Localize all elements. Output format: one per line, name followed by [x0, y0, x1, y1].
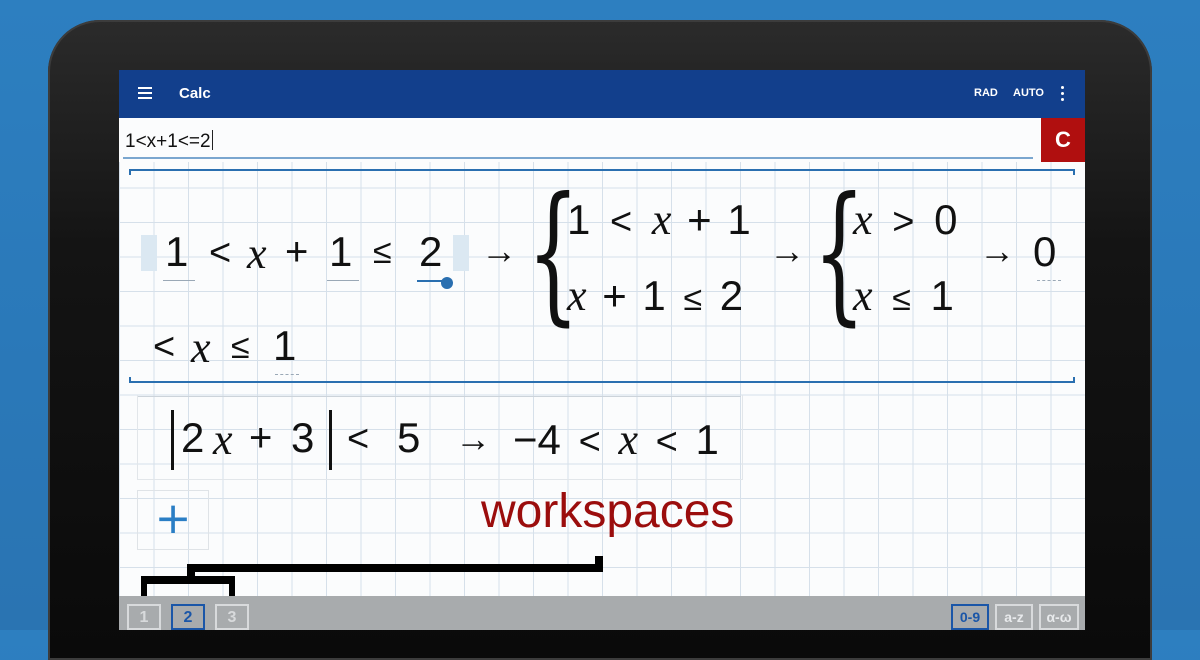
system1-line1: 1 < x + 1 — [567, 195, 751, 244]
system2-line2: x ≤ 1 — [853, 271, 954, 320]
abs-bar-right — [329, 410, 332, 470]
text-cursor — [211, 130, 213, 150]
hamburger-icon[interactable] — [138, 87, 152, 99]
add-expression-button[interactable]: + — [137, 490, 209, 550]
more-vert-icon[interactable] — [1061, 86, 1065, 102]
app-bar: Calc RAD AUTO — [119, 70, 1085, 118]
block-corner — [1073, 169, 1075, 175]
keyboard-tab-digits[interactable]: 0-9 — [951, 604, 989, 630]
workspace-tab-2[interactable]: 2 — [171, 604, 205, 630]
expr1-term-2: 1 — [329, 228, 353, 275]
result-mode-button[interactable]: AUTO — [1013, 87, 1044, 99]
abs-inner-plus: + — [249, 416, 273, 460]
connector-line — [229, 576, 235, 598]
arrow: → — [481, 230, 517, 271]
cursor-handle-icon[interactable] — [441, 277, 453, 289]
abs-bar-left — [171, 410, 174, 470]
expr1-le: ≤ — [373, 233, 392, 271]
result-upper: 1 — [273, 322, 297, 369]
workspace-tab-3[interactable]: 3 — [215, 604, 249, 630]
annotation-label: workspaces — [481, 485, 735, 538]
connector-line — [187, 564, 603, 572]
clear-button[interactable]: C — [1041, 118, 1085, 162]
expr1-term-1: 1 — [165, 228, 189, 275]
system1-line2: x + 1 ≤ 2 — [567, 271, 744, 320]
abs-inner-3: 3 — [291, 414, 315, 461]
system2-line1: x > 0 — [853, 195, 958, 244]
app-title: Calc — [179, 85, 211, 102]
expr2-lt: < — [347, 418, 370, 460]
result-lower: 0 — [1033, 228, 1057, 275]
block-bottom-border — [129, 381, 1075, 383]
keyboard-tab-latin[interactable]: a-z — [995, 604, 1033, 630]
expr1-lt: < — [209, 232, 232, 274]
block-corner — [129, 169, 131, 175]
block-top-border — [129, 169, 1075, 171]
arrow: → — [979, 230, 1015, 271]
underline — [275, 374, 299, 375]
underline — [327, 280, 359, 281]
expression-input[interactable]: 1<x+1<=2 — [125, 130, 213, 153]
block-corner — [129, 377, 131, 383]
abs-inner-x: x — [213, 415, 233, 464]
expr2-result: −4 < x < 1 — [513, 415, 719, 464]
workspace-tab-1[interactable]: 1 — [127, 604, 161, 630]
connector-line — [141, 576, 235, 584]
angle-mode-button[interactable]: RAD — [974, 87, 998, 99]
arrow: → — [455, 418, 491, 459]
input-row: 1<x+1<=2 C — [119, 118, 1085, 162]
expr2-rhs: 5 — [397, 414, 421, 461]
bottom-bar: 1 2 3 0-9 a-z α-ω — [119, 596, 1085, 630]
input-underline — [123, 157, 1033, 159]
placeholder-left — [141, 235, 157, 271]
result-lt: < — [153, 326, 176, 368]
placeholder-right — [453, 235, 469, 271]
expr1-x: x — [247, 229, 267, 278]
result-le: ≤ — [231, 328, 250, 366]
arrow: → — [769, 230, 805, 271]
result-x: x — [191, 323, 211, 372]
connector-line — [141, 576, 147, 598]
app-screen: Calc RAD AUTO 1<x+1<=2 C 1 < x + 1 ≤ 2 →… — [119, 70, 1085, 630]
abs-inner-2: 2 — [181, 414, 205, 461]
underline — [163, 280, 195, 281]
connector-line — [595, 556, 603, 572]
keyboard-tab-greek[interactable]: α-ω — [1039, 604, 1079, 630]
block-corner — [1073, 377, 1075, 383]
expr1-plus: + — [285, 230, 309, 274]
expr1-term-3: 2 — [419, 228, 443, 275]
underline — [1037, 280, 1061, 281]
